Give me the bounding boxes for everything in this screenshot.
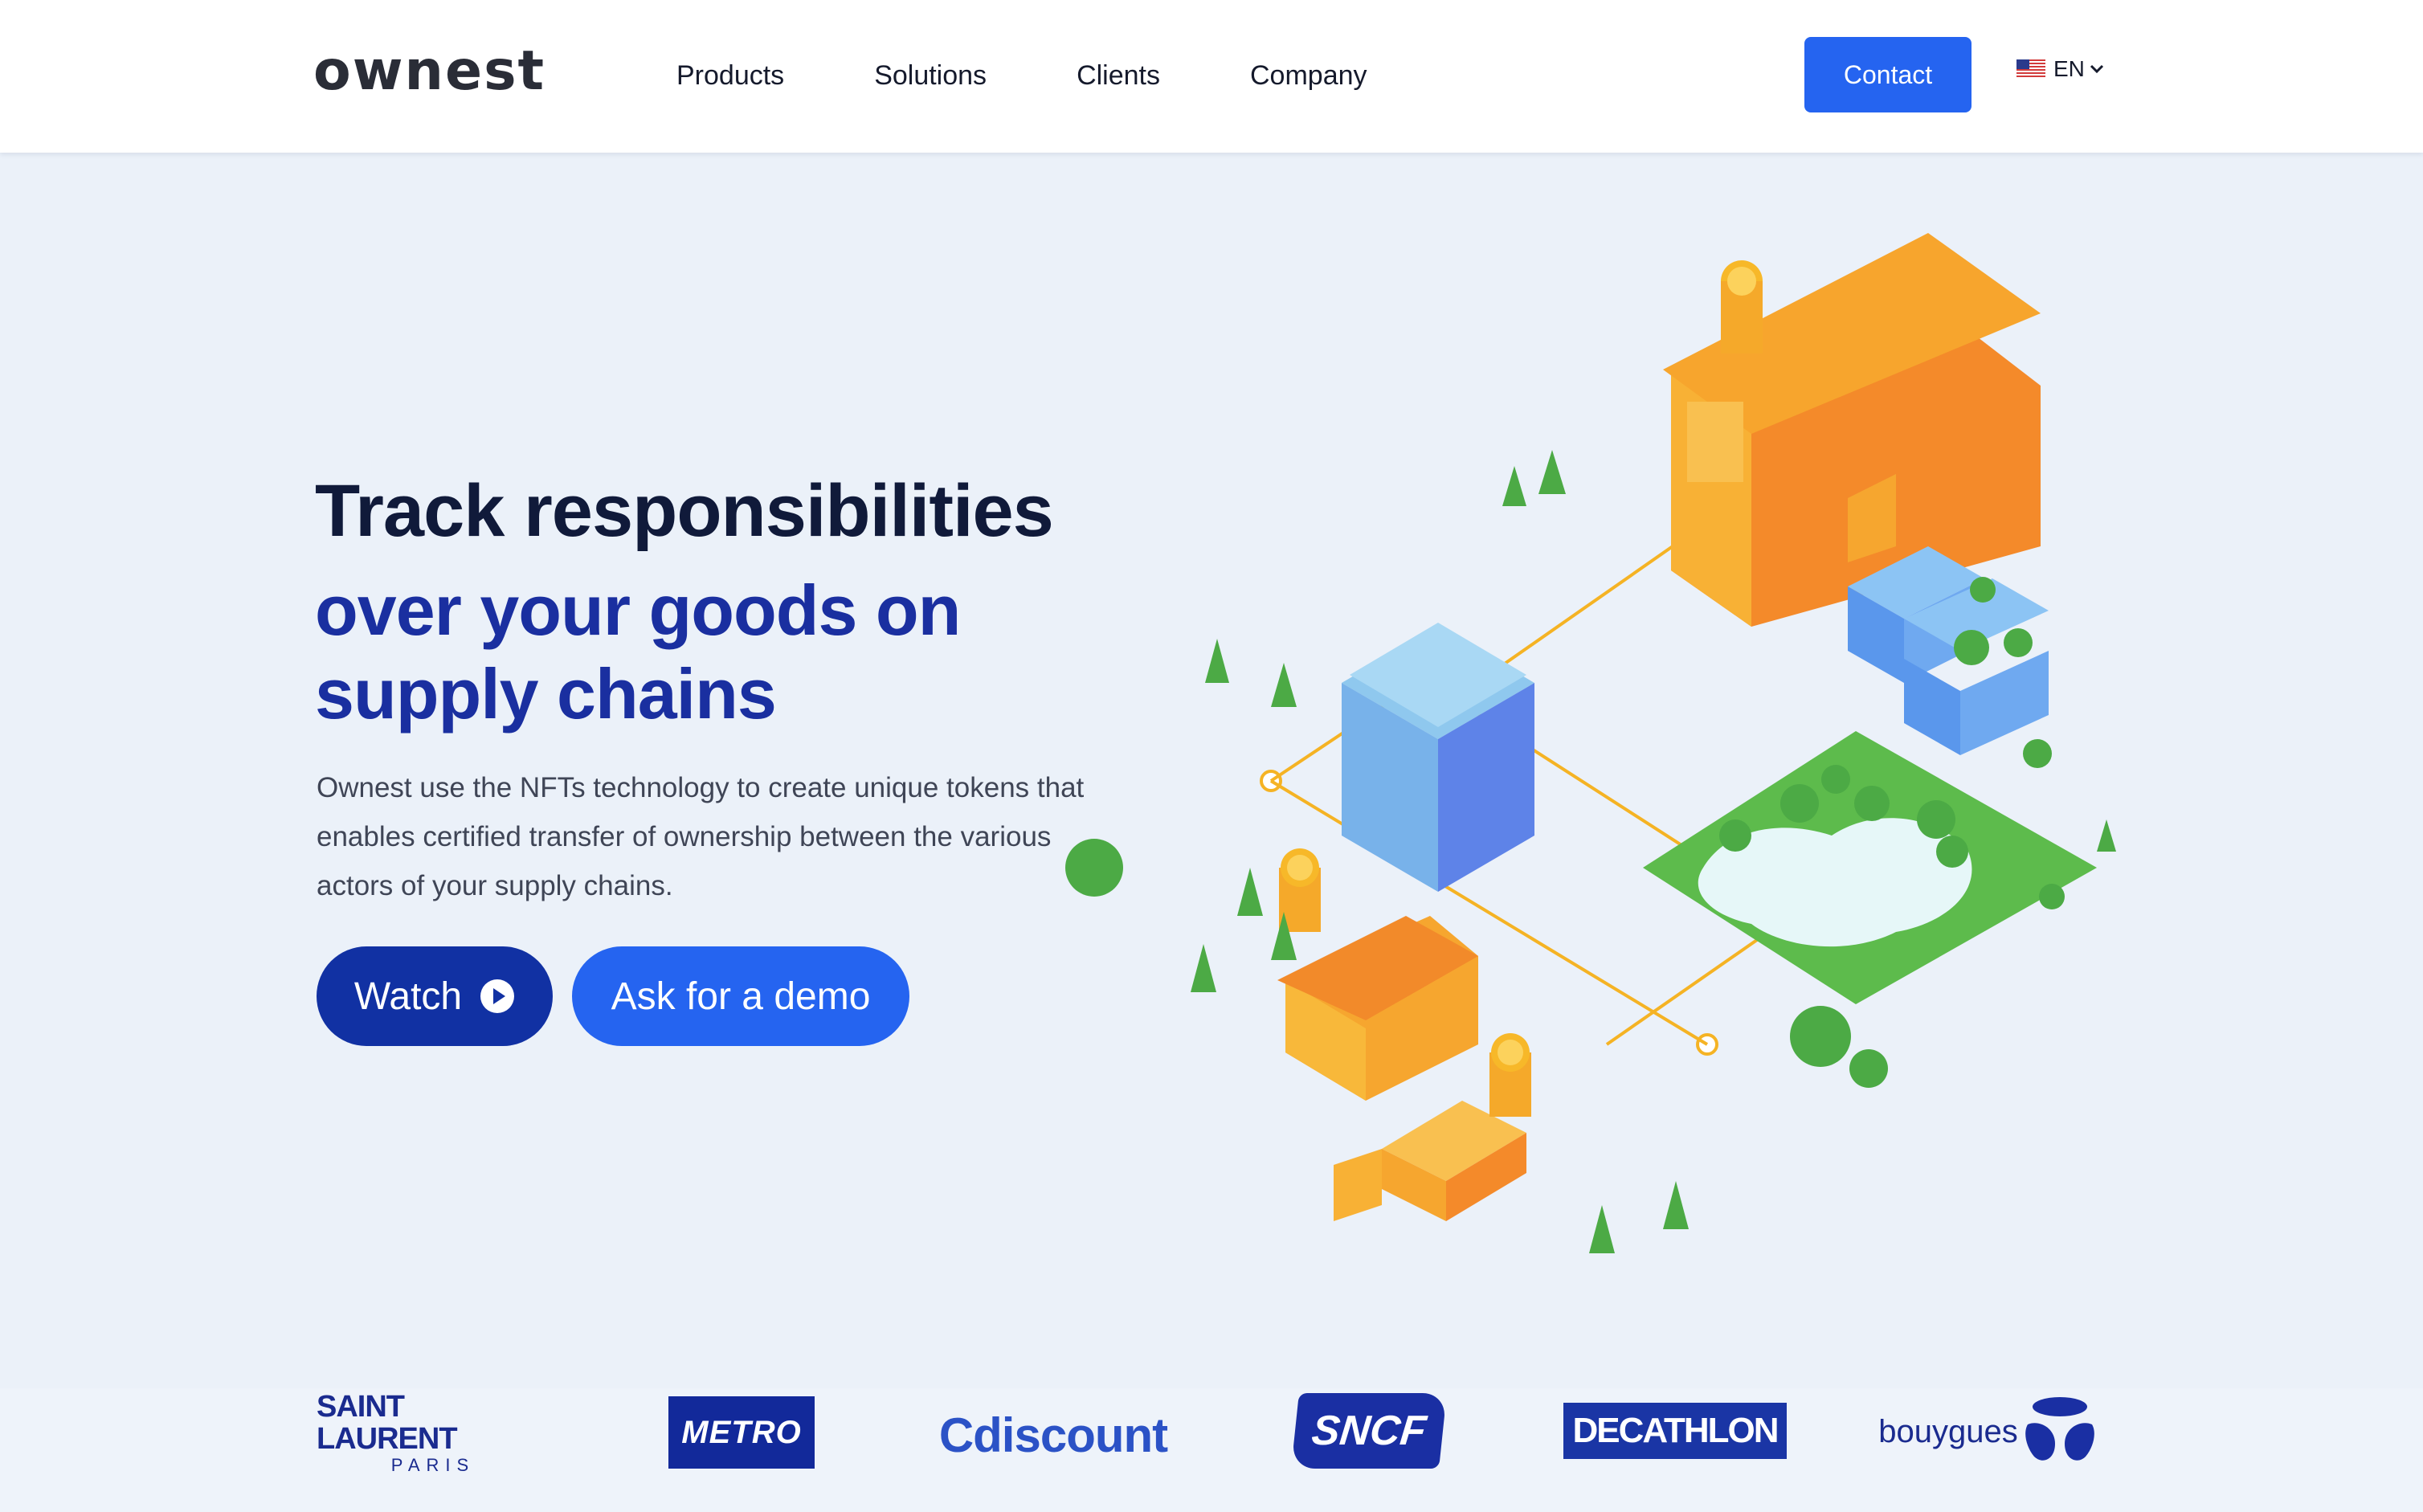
nav-solutions[interactable]: Solutions: [874, 50, 987, 101]
saint-laurent-city: PARIS: [390, 1455, 476, 1475]
nav-products[interactable]: Products: [676, 50, 784, 101]
watch-button[interactable]: Watch: [317, 946, 553, 1046]
chevron-down-icon: [2090, 64, 2103, 74]
warehouse-building: [1663, 233, 2041, 627]
nav-clients[interactable]: Clients: [1077, 50, 1160, 101]
play-icon: [480, 979, 515, 1013]
hero-description: Ownest use the NFTs technology to create…: [317, 772, 1085, 901]
hero-subtitle: over your goods on supply chains: [315, 570, 961, 734]
bouygues-mark-icon: [2025, 1397, 2094, 1461]
language-selector[interactable]: EN: [2016, 56, 2104, 82]
watch-label: Watch: [353, 975, 463, 1018]
supply-chain-illustration: [1065, 233, 2116, 1253]
metro-logo: METRO: [668, 1396, 815, 1469]
bouygues-name: bouygues: [1878, 1413, 2018, 1449]
cdiscount-logo: Cdiscount: [938, 1408, 1168, 1462]
saint-laurent-name: SAINT LAURENT: [317, 1390, 458, 1456]
hero-title: Track responsibilities: [315, 470, 1054, 552]
ask-demo-button[interactable]: Ask for a demo: [572, 946, 909, 1046]
token-block: [1342, 623, 1534, 892]
us-flag-icon: [2016, 59, 2045, 79]
saint-laurent-logo: SAINT LAURENT PARIS: [317, 1391, 550, 1475]
contact-button[interactable]: Contact: [1804, 37, 1971, 112]
bouygues-logo: bouygues: [1875, 1393, 2100, 1470]
nav-company[interactable]: Company: [1250, 50, 1367, 101]
language-label: EN: [2053, 56, 2085, 81]
top-navbar: ownest Products Solutions Clients Compan…: [0, 0, 2423, 153]
park-pond: [1643, 731, 2097, 1004]
ownest-logo[interactable]: ownest: [313, 35, 545, 108]
main-nav: Products Solutions Clients Company: [676, 50, 1457, 101]
decathlon-logo: DECATHLON: [1563, 1403, 1787, 1459]
sncf-logo: SNCF: [1291, 1393, 1447, 1469]
